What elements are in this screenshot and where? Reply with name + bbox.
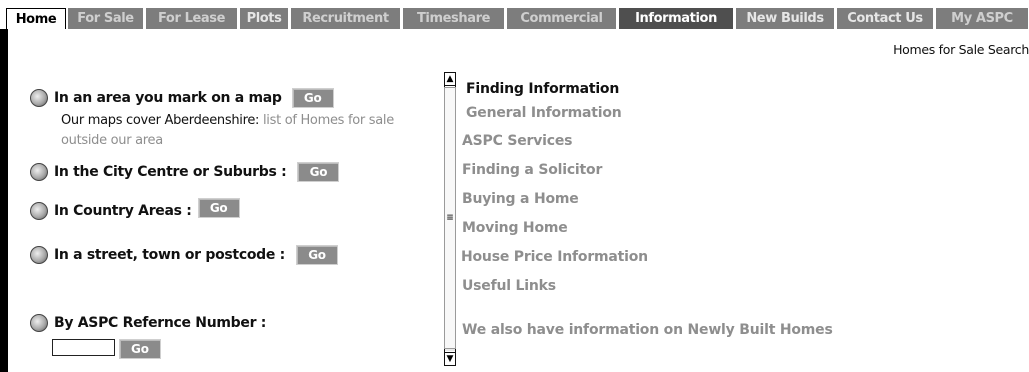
scroll-up-arrow-icon[interactable]: ▲ <box>444 72 456 86</box>
info-link-useful[interactable]: Useful Links <box>462 278 556 294</box>
map-desc-label: Our maps cover Aberdeenshire: <box>61 113 260 128</box>
option-label: In an area you mark on a map <box>54 90 282 106</box>
homes-for-sale-search-link[interactable]: Homes for Sale Search <box>893 42 1029 57</box>
radio-icon[interactable] <box>30 163 48 181</box>
info-link-new-builds[interactable]: We also have information on Newly Built … <box>462 322 833 338</box>
scroll-thumb[interactable]: ≡ <box>444 87 456 349</box>
tab-commercial[interactable]: Commercial <box>505 8 617 29</box>
radio-icon[interactable] <box>30 314 48 332</box>
search-option-country: In Country Areas : Go <box>30 198 240 221</box>
radio-icon[interactable] <box>30 202 48 220</box>
ref-number-input[interactable] <box>52 339 115 356</box>
tab-home[interactable]: Home <box>6 8 66 29</box>
tab-plots[interactable]: Plots <box>238 8 289 29</box>
main-content: Homes for Sale Search In an area you mar… <box>8 29 1029 372</box>
option-label: In a street, town or postcode : <box>54 247 285 263</box>
info-link-moving[interactable]: Moving Home <box>462 220 568 236</box>
scroll-down-arrow-icon[interactable]: ▼ <box>444 352 456 366</box>
tab-contact-us[interactable]: Contact Us <box>835 8 934 29</box>
info-title: Finding Information <box>466 81 620 97</box>
tab-new-builds[interactable]: New Builds <box>734 8 835 29</box>
tab-information[interactable]: Information <box>617 8 734 29</box>
search-option-ref: By ASPC Refernce Number : <box>30 314 266 332</box>
go-button[interactable]: Go <box>297 162 340 182</box>
radio-icon[interactable] <box>30 89 48 107</box>
search-option-city: In the City Centre or Suburbs : Go <box>30 162 340 182</box>
info-scrollbar[interactable]: ▲ ≡ ▼ <box>444 72 456 366</box>
info-link-buying[interactable]: Buying a Home <box>462 191 579 207</box>
option-label: In Country Areas : <box>54 203 192 219</box>
go-button[interactable]: Go <box>197 198 240 218</box>
tab-timeshare[interactable]: Timeshare <box>401 8 505 29</box>
go-button[interactable]: Go <box>295 245 338 265</box>
tab-for-sale[interactable]: For Sale <box>66 8 144 29</box>
info-link-house-prices[interactable]: House Price Information <box>461 249 648 265</box>
tab-recruitment[interactable]: Recruitment <box>289 8 401 29</box>
radio-icon[interactable] <box>30 246 48 264</box>
tab-my-aspc[interactable]: My ASPC <box>934 8 1029 29</box>
ref-go-button[interactable]: Go <box>119 339 161 359</box>
go-button[interactable]: Go <box>291 88 334 108</box>
option-label: In the City Centre or Suburbs : <box>54 164 287 180</box>
option-label: By ASPC Refernce Number : <box>54 315 267 331</box>
info-link-solicitor[interactable]: Finding a Solicitor <box>462 162 602 178</box>
info-link-general[interactable]: General Information <box>466 105 622 121</box>
map-coverage-text: Our maps cover Aberdeenshire: list of Ho… <box>61 111 421 151</box>
search-option-street: In a street, town or postcode : Go <box>30 245 338 265</box>
tab-for-lease[interactable]: For Lease <box>144 8 238 29</box>
main-nav: Home For Sale For Lease Plots Recruitmen… <box>0 0 1029 29</box>
info-link-services[interactable]: ASPC Services <box>462 133 572 149</box>
search-option-map: In an area you mark on a map Go <box>30 88 334 108</box>
